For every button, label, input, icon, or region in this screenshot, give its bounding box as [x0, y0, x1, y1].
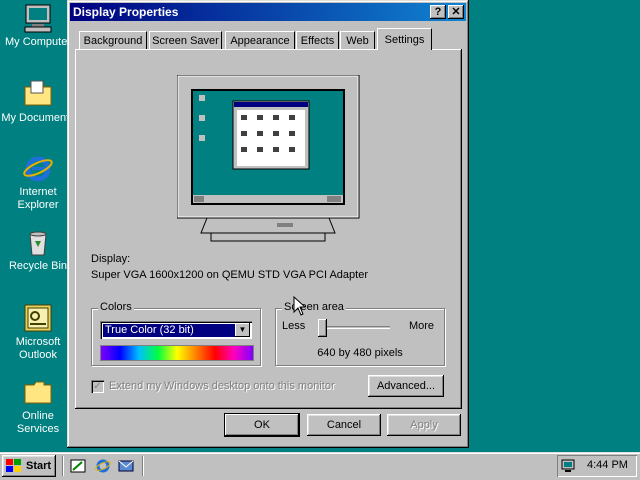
recycle-bin-icon: [29, 231, 47, 256]
title-bar[interactable]: Display Properties ? ✕: [70, 3, 466, 21]
show-desktop-icon[interactable]: [70, 458, 86, 474]
color-spectrum-bar: [100, 345, 254, 361]
tab-appearance[interactable]: Appearance: [225, 31, 295, 49]
settings-panel: Display: Super VGA 1600x1200 on QEMU STD…: [75, 49, 462, 409]
tab-background[interactable]: Background: [79, 31, 147, 49]
desktop-icon-label: Recycle Bin: [8, 260, 68, 272]
display-adapter-text: Super VGA 1600x1200 on QEMU STD VGA PCI …: [91, 269, 368, 281]
desktop-icon-my-computer[interactable]: My Computer: [0, 2, 76, 49]
folder-icon: [24, 80, 52, 106]
apply-button[interactable]: Apply: [387, 414, 461, 436]
ie-icon: [23, 156, 53, 182]
folder-icon: [24, 381, 52, 404]
desktop-icon-internet-explorer[interactable]: Internet Explorer: [0, 152, 76, 212]
outlook-express-icon[interactable]: [118, 458, 134, 474]
desktop-icon-label: Microsoft Outlook: [15, 336, 61, 361]
ok-button[interactable]: OK: [225, 414, 299, 436]
taskbar-separator: [142, 456, 144, 476]
close-button[interactable]: ✕: [448, 5, 464, 19]
outlook-icon: [24, 304, 52, 332]
slider-less-label: Less: [282, 320, 306, 332]
desktop-icon-label: Online Services: [16, 410, 60, 435]
display-label: Display:: [91, 253, 131, 265]
desktop-icon-online-services[interactable]: Online Services: [0, 376, 76, 436]
screen-area-group-label: Screen area: [282, 301, 346, 313]
tab-web[interactable]: Web: [340, 31, 375, 49]
desktop-icon-my-documents[interactable]: My Documents: [0, 78, 76, 125]
help-button[interactable]: ?: [430, 5, 446, 19]
desktop-icon-recycle-bin[interactable]: Recycle Bin: [0, 226, 76, 273]
extend-desktop-checkbox[interactable]: ✓: [91, 380, 104, 393]
screen-area-slider-track[interactable]: [320, 326, 390, 328]
extend-desktop-label: Extend my Windows desktop onto this moni…: [109, 380, 335, 392]
tab-screen-saver[interactable]: Screen Saver: [149, 31, 222, 49]
monitor-preview: [177, 75, 360, 242]
slider-more-label: More: [408, 320, 434, 332]
computer-icon: [24, 4, 52, 33]
windows-logo-icon: [6, 459, 21, 472]
mouse-cursor-icon: [293, 296, 305, 316]
taskbar-separator: [62, 456, 64, 476]
tab-effects[interactable]: Effects: [296, 31, 339, 49]
system-tray: 4:44 PM: [557, 455, 637, 477]
desktop-icon-label: My Computer: [4, 36, 72, 48]
chevron-down-icon[interactable]: ▼: [235, 323, 250, 337]
clock[interactable]: 4:44 PM: [587, 459, 628, 471]
start-button[interactable]: Start: [2, 455, 56, 477]
colors-select[interactable]: True Color (32 bit) ▼: [100, 321, 252, 339]
cancel-button[interactable]: Cancel: [307, 414, 381, 436]
screen-area-value: 640 by 480 pixels: [317, 347, 403, 359]
tab-settings[interactable]: Settings: [377, 28, 432, 50]
colors-group: Colors True Color (32 bit) ▼: [91, 301, 261, 366]
window-title: Display Properties: [73, 5, 179, 19]
desktop-icon-label: Internet Explorer: [17, 186, 59, 211]
colors-selected-value: True Color (32 bit): [103, 324, 235, 337]
screen-area-group: Screen area Less More 640 by 480 pixels: [275, 301, 445, 366]
start-label: Start: [26, 460, 52, 472]
desktop-icon-microsoft-outlook[interactable]: Microsoft Outlook: [0, 302, 76, 362]
advanced-button[interactable]: Advanced...: [368, 375, 444, 397]
display-settings-tray-icon[interactable]: [561, 458, 577, 474]
ie-icon[interactable]: [95, 458, 111, 474]
screen-area-slider-thumb[interactable]: [318, 319, 327, 337]
taskbar: Start 4:44 PM: [0, 452, 640, 480]
desktop-icon-label: My Documents: [1, 112, 75, 124]
colors-group-label: Colors: [98, 301, 134, 313]
